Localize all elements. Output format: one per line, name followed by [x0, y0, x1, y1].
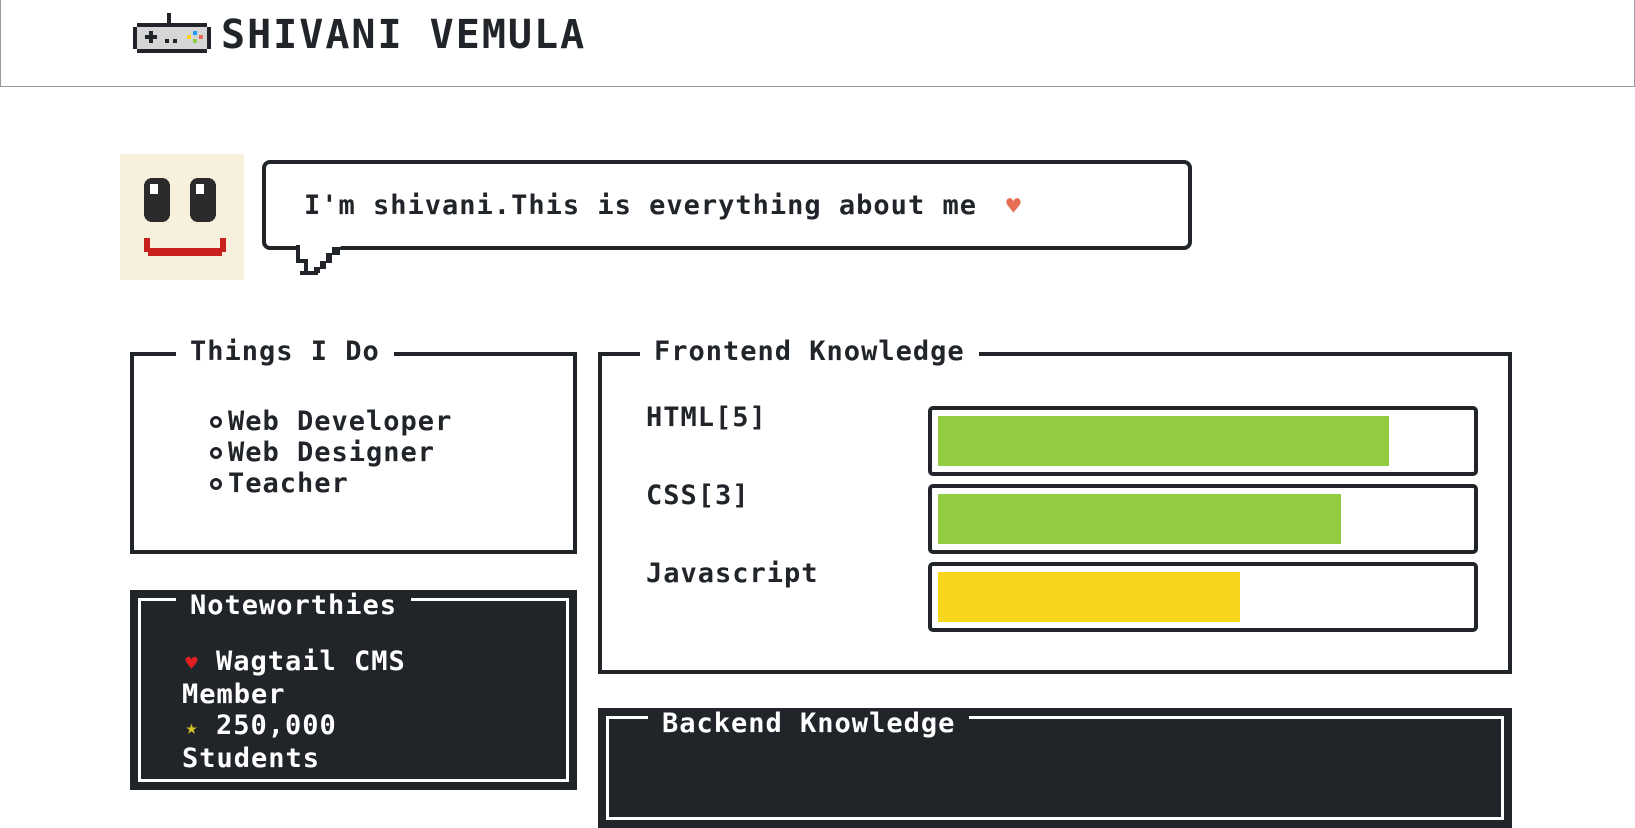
- intro-message: I'm shivani.This is everything about me: [304, 190, 977, 221]
- site-title: SHIVANI VEMULA: [221, 12, 587, 58]
- skill-bar-fill: [938, 494, 1341, 544]
- backend-knowledge-title: Backend Knowledge: [648, 708, 970, 739]
- skill-label-css: CSS[3]: [646, 480, 750, 511]
- brand[interactable]: SHIVANI VEMULA: [133, 10, 586, 60]
- skill-label-html: HTML[5]: [646, 402, 767, 433]
- circle-bullet-icon: [210, 477, 222, 490]
- frontend-knowledge-panel: Frontend Knowledge HTML[5] CSS[3] Javasc…: [598, 336, 1512, 674]
- skill-label-javascript: Javascript: [646, 558, 819, 589]
- speech-bubble-tail: [296, 245, 342, 275]
- heart-icon: ♥: [185, 651, 199, 675]
- list-item: Teacher: [210, 468, 452, 499]
- backend-knowledge-panel: Backend Knowledge: [598, 708, 1512, 828]
- list-item-continued: Students: [182, 743, 321, 774]
- list-item-continued: Member: [182, 679, 286, 710]
- list-item: ★ 250,000: [182, 710, 406, 743]
- things-i-do-panel: Things I Do Web Developer Web Designer T…: [130, 336, 577, 554]
- circle-bullet-icon: [210, 446, 222, 459]
- heart-icon: ♥: [1006, 192, 1022, 220]
- skill-bar-fill: [938, 572, 1240, 622]
- circle-bullet-icon: [210, 415, 222, 428]
- list-item: ♥ Wagtail CMS: [182, 646, 406, 679]
- things-list: Web Developer Web Designer Teacher: [210, 406, 452, 499]
- list-item: Web Developer: [210, 406, 452, 437]
- smiley-face-icon: [120, 154, 244, 280]
- intro-message-row: I'm shivani.This is everything about me …: [304, 190, 1022, 221]
- noteworthies-title: Noteworthies: [176, 590, 412, 621]
- noteworthies-panel: Noteworthies ♥ Wagtail CMS Member ★ 250,00…: [130, 590, 577, 790]
- site-header: SHIVANI VEMULA: [0, 0, 1635, 87]
- skill-bar-html: [928, 406, 1478, 476]
- list-item: Web Designer: [210, 437, 452, 468]
- skill-bar-css: [928, 484, 1478, 554]
- speech-bubble: I'm shivani.This is everything about me …: [262, 160, 1192, 250]
- skill-bar-javascript: [928, 562, 1478, 632]
- frontend-knowledge-title: Frontend Knowledge: [640, 336, 979, 367]
- star-icon: ★: [185, 715, 199, 739]
- skill-bar-fill: [938, 416, 1389, 466]
- game-controller-icon: [133, 13, 211, 53]
- things-i-do-title: Things I Do: [176, 336, 394, 367]
- noteworthies-list: ♥ Wagtail CMS Member ★ 250,000 Students: [182, 646, 406, 774]
